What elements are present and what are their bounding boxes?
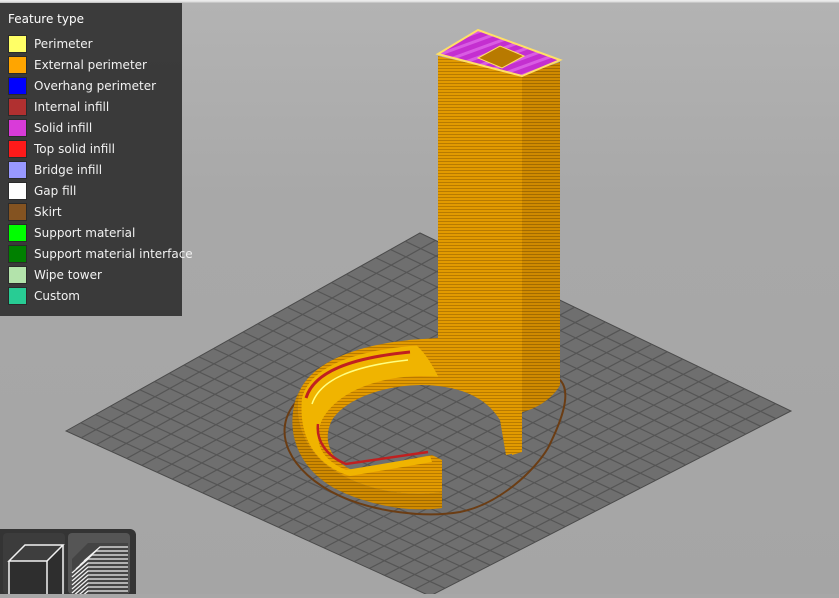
legend-label: Top solid infill [34,141,115,156]
legend-label: Support material interface [34,246,193,261]
legend-swatch [8,34,27,53]
legend-item: Internal infill [8,96,182,117]
legend-item: Perimeter [8,33,182,54]
legend-item: Support material [8,222,182,243]
legend-swatch [8,265,27,284]
legend-label: Gap fill [34,183,77,198]
legend-items: Perimeter External perimeter Overhang peri… [8,33,193,306]
legend-label: Perimeter [34,36,93,51]
legend-label: Bridge infill [34,162,103,177]
legend-item: Top solid infill [8,138,182,159]
layers-icon [71,543,128,598]
legend-swatch [8,286,27,305]
legend-label: Overhang perimeter [34,78,157,93]
legend-swatch [8,244,27,263]
view-toolbar [0,529,136,598]
legend-swatch [8,202,27,221]
legend-item: Gap fill [8,180,182,201]
legend-label: Internal infill [34,99,110,114]
legend-swatch [8,118,27,137]
cube-icon [7,544,65,594]
legend-item: Support material interface [8,243,193,264]
legend-label: Wipe tower [34,267,102,282]
legend-swatch [8,181,27,200]
3d-viewport[interactable]: Feature type Perimeter External perimeter… [0,0,839,598]
preview-button[interactable] [68,533,130,598]
legend-item: Skirt [8,201,182,222]
legend-label: Custom [34,288,80,303]
legend-swatch [8,97,27,116]
legend-swatch [8,160,27,179]
legend-item: External perimeter [8,54,182,75]
legend-swatch [8,139,27,158]
feature-type-legend: Feature type Perimeter External perimeter… [0,3,193,316]
legend-swatch [8,223,27,242]
legend-label: External perimeter [34,57,147,72]
legend-item: Solid infill [8,117,182,138]
legend-item: Custom [8,285,182,306]
legend-swatch [8,76,27,95]
legend-item: Bridge infill [8,159,182,180]
legend-label: Solid infill [34,120,93,135]
legend-item: Overhang perimeter [8,75,182,96]
legend-label: Skirt [34,204,62,219]
legend-label: Support material [34,225,136,240]
legend-swatch [8,55,27,74]
3d-view-button[interactable] [3,533,65,594]
legend-title: Feature type [8,12,84,26]
legend-item: Wipe tower [8,264,182,285]
